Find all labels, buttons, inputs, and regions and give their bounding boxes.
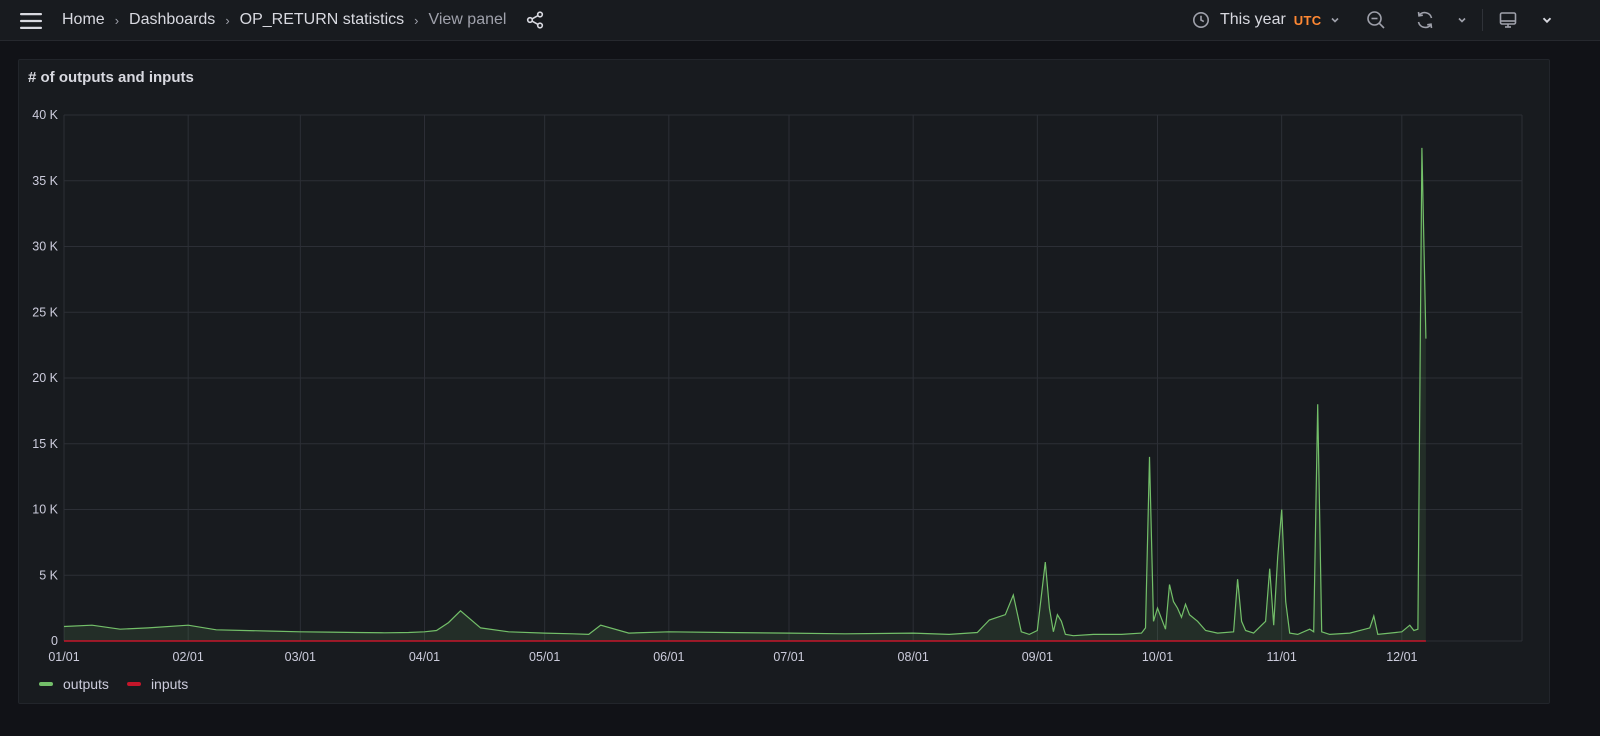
y-tick-label: 15 K — [32, 437, 58, 451]
legend-item-inputs[interactable]: inputs — [126, 676, 189, 692]
y-tick-label: 35 K — [32, 174, 58, 188]
breadcrumb-separator-icon: › — [414, 12, 419, 28]
time-range-label: This year — [1220, 11, 1286, 28]
panel-title: # of outputs and inputs — [28, 69, 194, 86]
zoom-out-icon — [1367, 11, 1385, 29]
chart-legend: outputs inputs — [39, 676, 206, 692]
toolbar-divider — [1482, 9, 1483, 31]
zoom-out-button[interactable] — [1360, 0, 1392, 40]
series-line-outputs — [63, 147, 1427, 637]
legend-swatch-outputs — [39, 682, 53, 686]
monitor-icon — [1499, 12, 1517, 28]
refresh-interval-dropdown[interactable] — [1448, 0, 1476, 40]
x-tick-label: 10/01 — [1142, 650, 1173, 664]
menu-button[interactable] — [16, 8, 46, 34]
x-tick-label: 02/01 — [173, 650, 204, 664]
y-tick-label: 0 — [51, 634, 58, 648]
menu-icon — [20, 13, 42, 29]
view-mode-dropdown[interactable] — [1527, 0, 1567, 40]
y-tick-label: 30 K — [32, 240, 58, 254]
timezone-badge: UTC — [1293, 12, 1322, 28]
x-tick-label: 12/01 — [1386, 650, 1417, 664]
chart-panel: # of outputs and inputs 0 5 K 10 K 15 K 20 K… — [18, 59, 1550, 704]
series-area-outputs — [64, 147, 1426, 641]
y-tick-label: 25 K — [32, 305, 58, 319]
share-button[interactable] — [524, 9, 546, 31]
y-tick-label: 20 K — [32, 371, 58, 385]
x-tick-label: 09/01 — [1022, 650, 1053, 664]
chevron-down-icon — [1458, 17, 1466, 23]
y-tick-label: 5 K — [39, 568, 58, 582]
share-icon — [527, 11, 544, 29]
time-series-chart[interactable]: 0 5 K 10 K 15 K 20 K 25 K 30 K 35 K 40 K 01/01 02/… — [19, 90, 1549, 690]
legend-label-outputs: outputs — [63, 676, 109, 692]
x-tick-label: 03/01 — [285, 650, 316, 664]
time-range-picker[interactable]: This year UTC — [1192, 0, 1341, 40]
refresh-icon — [1417, 11, 1433, 29]
view-mode-button[interactable] — [1488, 0, 1528, 40]
x-tick-label: 05/01 — [529, 650, 560, 664]
legend-swatch-inputs — [126, 682, 141, 686]
breadcrumb-home[interactable]: Home — [62, 11, 105, 29]
chevron-down-icon — [1542, 17, 1552, 24]
x-tick-label: 11/01 — [1266, 650, 1296, 664]
x-tick-label: 08/01 — [898, 650, 929, 664]
legend-label-inputs: inputs — [150, 676, 189, 692]
top-navigation-bar: Home › Dashboards › OP_RETURN statistics… — [0, 0, 1600, 41]
x-tick-label: 06/01 — [653, 650, 684, 664]
legend-item-outputs[interactable]: outputs — [39, 676, 109, 692]
x-tick-label: 04/01 — [409, 650, 440, 664]
refresh-button[interactable] — [1405, 0, 1445, 40]
breadcrumb-dashboard[interactable]: OP_RETURN statistics — [240, 11, 404, 29]
y-tick-label: 10 K — [32, 503, 58, 517]
chevron-down-icon — [1331, 17, 1339, 23]
breadcrumb: Home › Dashboards › OP_RETURN statistics… — [62, 0, 546, 40]
y-tick-label: 40 K — [32, 108, 58, 122]
x-tick-label: 01/01 — [48, 650, 79, 664]
breadcrumb-dashboards[interactable]: Dashboards — [129, 11, 215, 29]
breadcrumb-separator-icon: › — [225, 12, 230, 28]
clock-icon — [1193, 12, 1209, 28]
breadcrumb-separator-icon: › — [114, 12, 120, 28]
breadcrumb-current: View panel — [428, 11, 507, 28]
x-tick-label: 07/01 — [773, 650, 804, 664]
